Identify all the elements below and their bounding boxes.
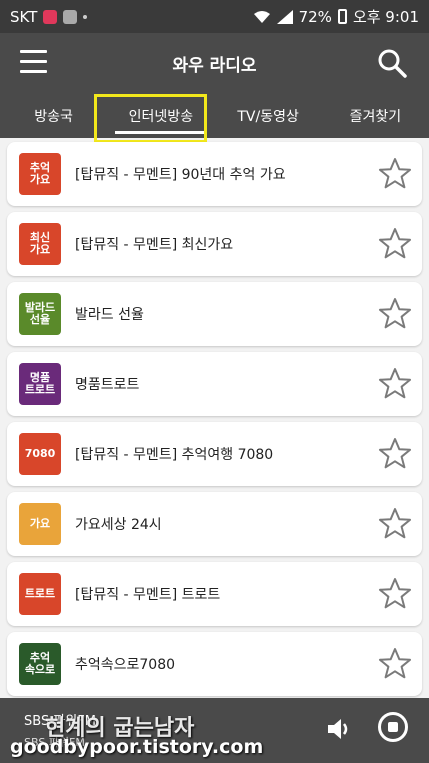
favorite-star-icon[interactable] bbox=[377, 156, 413, 192]
station-thumbnail: 트로트 bbox=[19, 573, 61, 615]
notification-icon bbox=[43, 9, 58, 24]
volume-icon[interactable] bbox=[326, 716, 352, 742]
favorite-star-icon[interactable] bbox=[377, 506, 413, 542]
station-name: 발라드 선율 bbox=[75, 307, 144, 323]
watermark-url: goodbypoor.tistory.com bbox=[10, 736, 264, 758]
station-item[interactable]: 최신 가요 [탑뮤직 - 무멘트] 최신가요 bbox=[7, 212, 422, 276]
signal-icon bbox=[276, 9, 293, 24]
tab-internet-broadcast[interactable]: 인터넷방송 bbox=[107, 93, 214, 138]
app-notification-icon bbox=[63, 9, 78, 24]
app-title: 와우 라디오 bbox=[172, 56, 257, 76]
station-name: [탑뮤직 - 무멘트] 최신가요 bbox=[75, 237, 234, 253]
favorite-star-icon[interactable] bbox=[377, 646, 413, 682]
stop-button[interactable] bbox=[378, 712, 408, 742]
carrier-label: SKT bbox=[10, 7, 38, 26]
favorite-star-icon[interactable] bbox=[377, 226, 413, 262]
wifi-icon bbox=[253, 10, 270, 23]
status-bar: SKT 72% 오후 9:01 bbox=[0, 0, 429, 33]
tab-tv-video[interactable]: TV/동영상 bbox=[215, 93, 322, 138]
battery-percent: 72% bbox=[298, 7, 332, 26]
station-name: 추억속으로7080 bbox=[75, 657, 176, 673]
station-name: 명품트로트 bbox=[75, 377, 140, 393]
favorite-star-icon[interactable] bbox=[377, 576, 413, 612]
station-item[interactable]: 발라드 선율 발라드 선율 bbox=[7, 282, 422, 346]
app-bar: 와우 라디오 bbox=[0, 33, 429, 93]
more-notifications-icon bbox=[83, 14, 88, 19]
tab-bar: 방송국 인터넷방송 TV/동영상 즐겨찾기 bbox=[0, 93, 429, 138]
favorite-star-icon[interactable] bbox=[377, 436, 413, 472]
station-thumbnail: 명품 트로트 bbox=[19, 363, 61, 405]
station-name: [탑뮤직 - 무멘트] 트로트 bbox=[75, 587, 221, 603]
station-list: 추억 가요 [탑뮤직 - 무멘트] 90년대 추억 가요최신 가요 [탑뮤직 - 무… bbox=[0, 138, 429, 698]
station-name: [탑뮤직 - 무멘트] 90년대 추억 가요 bbox=[75, 167, 286, 183]
station-item[interactable]: 7080 [탑뮤직 - 무멘트] 추억여행 7080 bbox=[7, 422, 422, 486]
station-item[interactable]: 명품 트로트 명품트로트 bbox=[7, 352, 422, 416]
tab-stations[interactable]: 방송국 bbox=[0, 93, 107, 138]
station-item[interactable]: 트로트 [탑뮤직 - 무멘트] 트로트 bbox=[7, 562, 422, 626]
clock: 오후 9:01 bbox=[352, 8, 419, 26]
station-thumbnail: 추억 속으로 bbox=[19, 643, 61, 685]
station-name: 가요세상 24시 bbox=[75, 517, 162, 533]
station-thumbnail: 최신 가요 bbox=[19, 223, 61, 265]
player-bar: SBS 파워FM SBS 파워FM 현계의 굽는남자 goodbypoor.ti… bbox=[0, 698, 429, 763]
station-item[interactable]: 추억 속으로 추억속으로7080 bbox=[7, 632, 422, 696]
station-name: [탑뮤직 - 무멘트] 추억여행 7080 bbox=[75, 447, 274, 463]
station-thumbnail: 추억 가요 bbox=[19, 153, 61, 195]
station-thumbnail: 7080 bbox=[19, 433, 61, 475]
favorite-star-icon[interactable] bbox=[377, 296, 413, 332]
battery-icon bbox=[337, 9, 347, 24]
station-thumbnail: 가요 bbox=[19, 503, 61, 545]
station-item[interactable]: 추억 가요 [탑뮤직 - 무멘트] 90년대 추억 가요 bbox=[7, 142, 422, 206]
tab-favorites[interactable]: 즐겨찾기 bbox=[322, 93, 429, 138]
search-icon[interactable] bbox=[377, 48, 407, 78]
station-item[interactable]: 가요 가요세상 24시 bbox=[7, 492, 422, 556]
favorite-star-icon[interactable] bbox=[377, 366, 413, 402]
station-thumbnail: 발라드 선율 bbox=[19, 293, 61, 335]
